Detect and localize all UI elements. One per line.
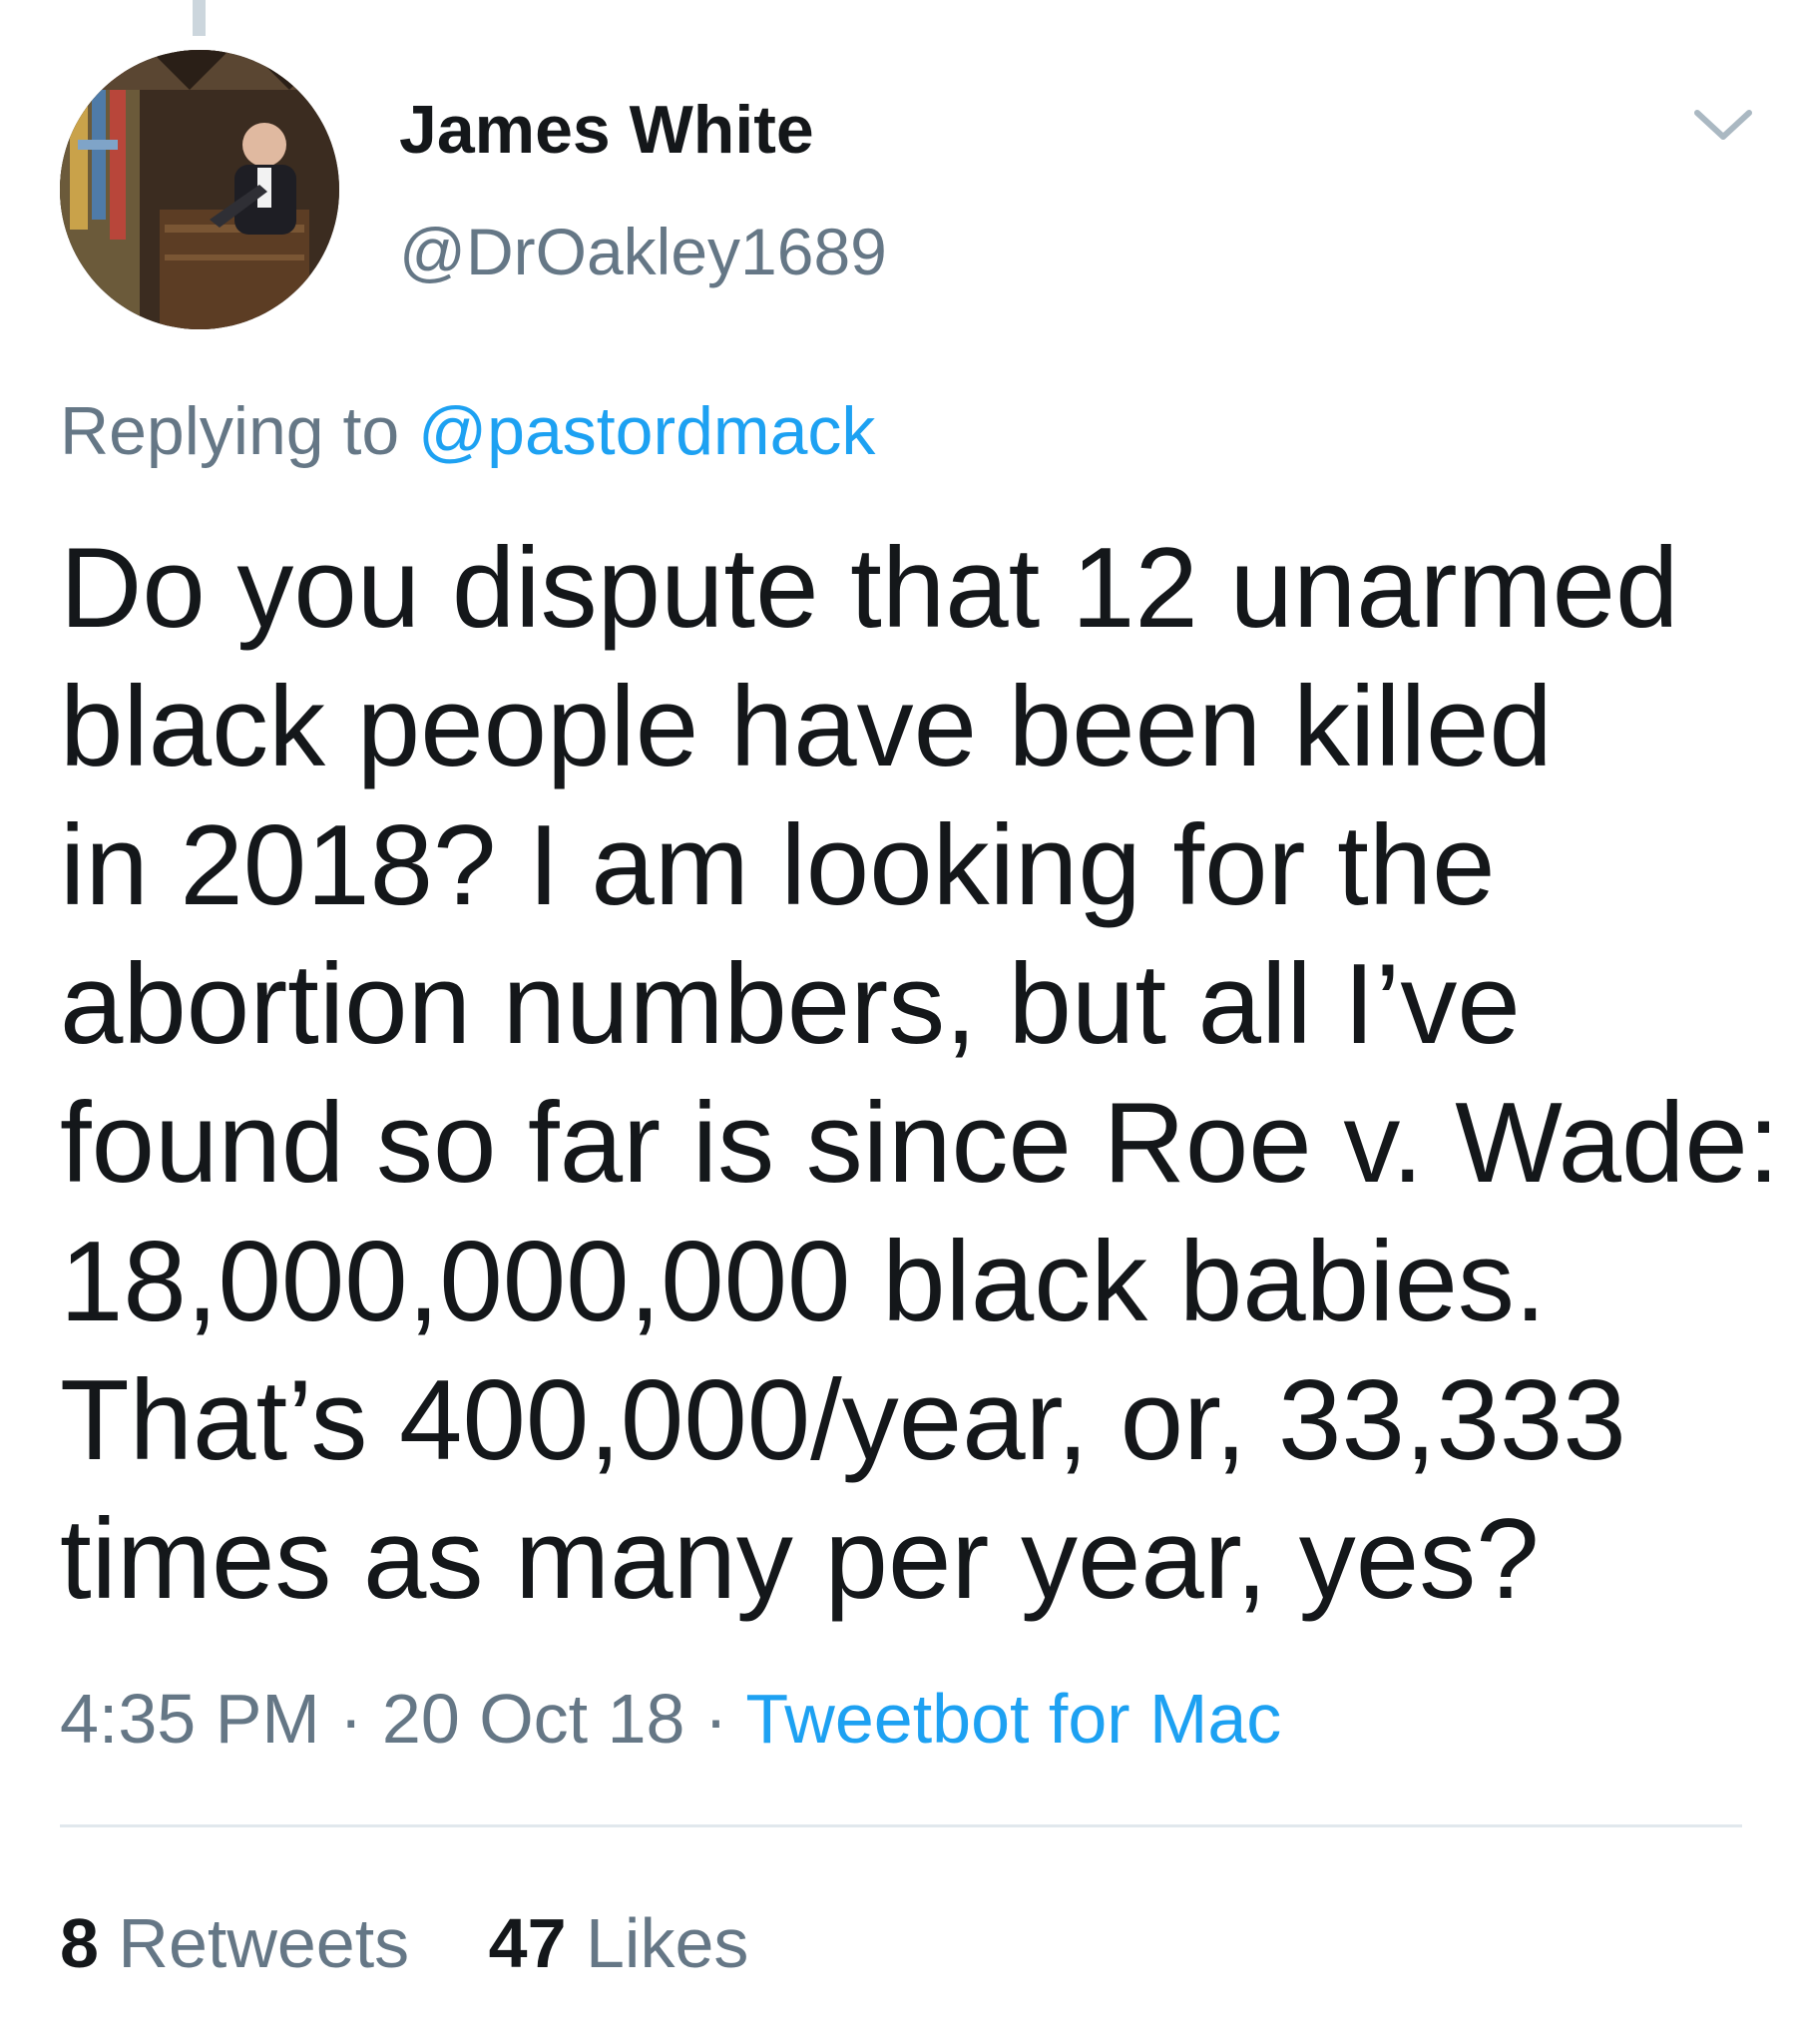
tweet-text-line: 18,000,000,000 black babies.	[60, 1219, 1547, 1345]
thread-connector-line	[193, 0, 206, 36]
tweet-text: Do you dispute that 12 unarmed black peo…	[60, 519, 1780, 1629]
tweet-text-line: black people have been killed	[60, 664, 1553, 790]
tweet-date[interactable]: 20 Oct 18	[382, 1680, 685, 1758]
tweet-text-line: That’s 400,000/year, or, 33,333	[60, 1357, 1626, 1484]
replying-to: Replying to @pastordmack	[60, 391, 875, 471]
likes-stat[interactable]: 47 Likes	[489, 1901, 749, 1985]
retweets-stat[interactable]: 8 Retweets	[60, 1901, 409, 1985]
tweet-text-line: in 2018? I am looking for the	[60, 802, 1496, 929]
author-handle[interactable]: @DrOakley1689	[399, 212, 887, 291]
divider	[60, 1824, 1742, 1827]
replying-to-mention-link[interactable]: @pastordmack	[418, 393, 875, 469]
author-name[interactable]: James White	[399, 90, 814, 170]
retweets-count: 8	[60, 1904, 99, 1982]
tweet-text-line: times as many per year, yes?	[60, 1496, 1540, 1623]
meta-separator: ·	[684, 1680, 746, 1758]
tweet-text-line: Do you dispute that 12 unarmed	[60, 525, 1679, 652]
avatar[interactable]	[60, 50, 339, 329]
replying-prefix: Replying to	[60, 393, 419, 469]
tweet-text-line: found so far is since Roe v. Wade:	[60, 1080, 1780, 1207]
meta-separator: ·	[319, 1680, 382, 1758]
retweets-label: Retweets	[98, 1904, 410, 1982]
likes-label: Likes	[566, 1904, 749, 1982]
tweet-stats: 8 Retweets 47 Likes	[60, 1901, 748, 1985]
likes-count: 47	[488, 1904, 567, 1982]
tweet-metadata: 4:35 PM · 20 Oct 18 · Tweetbot for Mac	[60, 1677, 1281, 1761]
tweet-text-line: abortion numbers, but all I’ve	[60, 941, 1521, 1068]
tweet-time[interactable]: 4:35 PM	[60, 1680, 320, 1758]
chevron-down-icon[interactable]	[1691, 105, 1755, 145]
tweet-source-link[interactable]: Tweetbot for Mac	[745, 1680, 1281, 1758]
avatar-image	[60, 50, 339, 329]
